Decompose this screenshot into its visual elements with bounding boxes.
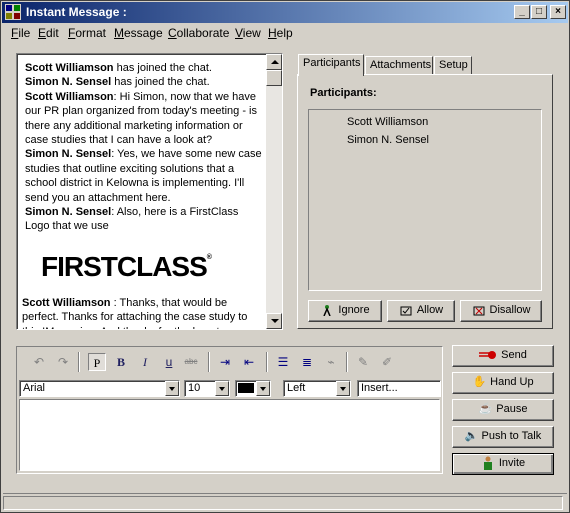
close-button[interactable]: ×	[550, 5, 566, 19]
instant-message-window: Instant Message : _ □ × File Edit Format…	[0, 0, 570, 513]
compose-area: ↶ ↷ P B I u abc ⇥ ⇤ ☰ ≣ ⌁ ✎ ✐ Arial 10 L…	[16, 346, 443, 474]
tab-setup[interactable]: Setup	[434, 56, 472, 75]
menu-help[interactable]: Help	[268, 26, 293, 40]
minimize-button[interactable]: _	[514, 5, 530, 19]
outdent-icon[interactable]: ⇤	[240, 353, 258, 371]
numbered-list-icon[interactable]: ≣	[298, 353, 316, 371]
chat-scrollbar[interactable]	[266, 54, 282, 329]
participants-panel: Participants: Scott Williamson Simon N. …	[297, 74, 553, 329]
insert-object-icon[interactable]: ⌁	[322, 353, 340, 371]
send-icon	[479, 351, 497, 360]
message-input[interactable]	[19, 399, 440, 471]
participants-heading: Participants:	[310, 87, 377, 99]
title-bar[interactable]: Instant Message : _ □ ×	[2, 2, 568, 23]
indent-icon[interactable]: ⇥	[216, 353, 234, 371]
scroll-up-button[interactable]	[266, 54, 282, 70]
font-select[interactable]: Arial	[19, 380, 180, 397]
menu-message[interactable]: Message	[114, 26, 163, 40]
push-to-talk-button[interactable]: 🔈 Push to Talk	[452, 426, 554, 448]
participants-list[interactable]: Scott Williamson Simon N. Sensel	[308, 109, 542, 291]
chevron-down-icon	[215, 381, 229, 396]
hand-up-button[interactable]: ✋ Hand Up	[452, 372, 554, 394]
tab-participants[interactable]: Participants	[298, 54, 364, 76]
pause-button[interactable]: ☕ Pause	[452, 399, 554, 421]
disallow-button[interactable]: Disallow	[460, 300, 542, 322]
edit-icon[interactable]: ✐	[378, 353, 396, 371]
coffee-cup-icon: ☕	[478, 403, 493, 415]
paragraph-button[interactable]: P	[88, 353, 106, 371]
chat-message: Simon N. Sensel has joined the chat.	[25, 76, 210, 89]
underline-button[interactable]: u	[160, 353, 178, 371]
maximize-button[interactable]: □	[531, 5, 547, 19]
chat-message: Simon N. Sensel: Yes, we have some new c…	[25, 148, 262, 204]
chat-message: Scott Williamson : Thanks, that would be…	[22, 297, 248, 329]
ignore-button[interactable]: Ignore	[308, 300, 382, 322]
invite-icon	[483, 456, 492, 471]
speaker-icon: 🔈	[464, 430, 479, 442]
font-size-select[interactable]: 10	[184, 380, 230, 397]
spell-check-icon[interactable]: ✎	[354, 353, 372, 371]
ignore-icon	[323, 305, 332, 317]
participant-item[interactable]: Simon N. Sensel	[347, 134, 429, 146]
send-button[interactable]: Send	[452, 345, 554, 367]
allow-button[interactable]: Allow	[387, 300, 455, 322]
scroll-thumb[interactable]	[266, 70, 282, 86]
chevron-down-icon	[336, 381, 350, 396]
tab-attachments[interactable]: Attachments	[365, 56, 433, 75]
undo-icon[interactable]: ↶	[30, 353, 48, 371]
status-bar	[3, 493, 567, 510]
menu-collaborate[interactable]: Collaborate	[168, 26, 229, 40]
chevron-down-icon	[256, 381, 270, 396]
participant-item[interactable]: Scott Williamson	[347, 116, 428, 128]
invite-button[interactable]: Invite	[452, 453, 554, 475]
menu-format[interactable]: Format	[68, 26, 106, 40]
insert-field[interactable]: Insert...	[357, 380, 441, 397]
chevron-down-icon	[165, 381, 179, 396]
status-cell	[3, 496, 563, 510]
menu-bar: File Edit Format Message Collaborate Vie…	[3, 24, 569, 42]
menu-view[interactable]: View	[235, 26, 261, 40]
strikethrough-button[interactable]: abc	[182, 353, 200, 371]
redo-icon[interactable]: ↷	[54, 353, 72, 371]
format-toolbar: ↶ ↷ P B I u abc ⇥ ⇤ ☰ ≣ ⌁ ✎ ✐	[18, 348, 441, 376]
allow-icon	[400, 306, 412, 316]
window-title: Instant Message :	[26, 5, 127, 19]
chat-message: Scott Williamson: Hi Simon, now that we …	[25, 90, 257, 147]
firstclass-logo: FIRSTCLASS®	[41, 251, 212, 282]
disallow-icon	[473, 306, 485, 316]
chat-message: Scott Williamson has joined the chat.	[25, 62, 212, 74]
scroll-down-button[interactable]	[266, 313, 282, 329]
chat-message: Simon N. Sensel: Also, here is a FirstCl…	[25, 206, 239, 233]
bold-button[interactable]: B	[112, 353, 130, 371]
app-icon	[5, 4, 21, 20]
chat-transcript[interactable]: Scott Williamson has joined the chat. Si…	[16, 53, 283, 330]
list-icon[interactable]: ☰	[274, 353, 292, 371]
italic-button[interactable]: I	[136, 353, 154, 371]
menu-file[interactable]: File	[11, 26, 30, 40]
text-color-select[interactable]	[235, 380, 271, 397]
hand-icon: ✋	[472, 376, 487, 388]
menu-edit[interactable]: Edit	[38, 26, 59, 40]
alignment-select[interactable]: Left	[283, 380, 351, 397]
color-swatch	[238, 383, 254, 393]
chat-messages: Scott Williamson has joined the chat. Si…	[25, 61, 265, 234]
